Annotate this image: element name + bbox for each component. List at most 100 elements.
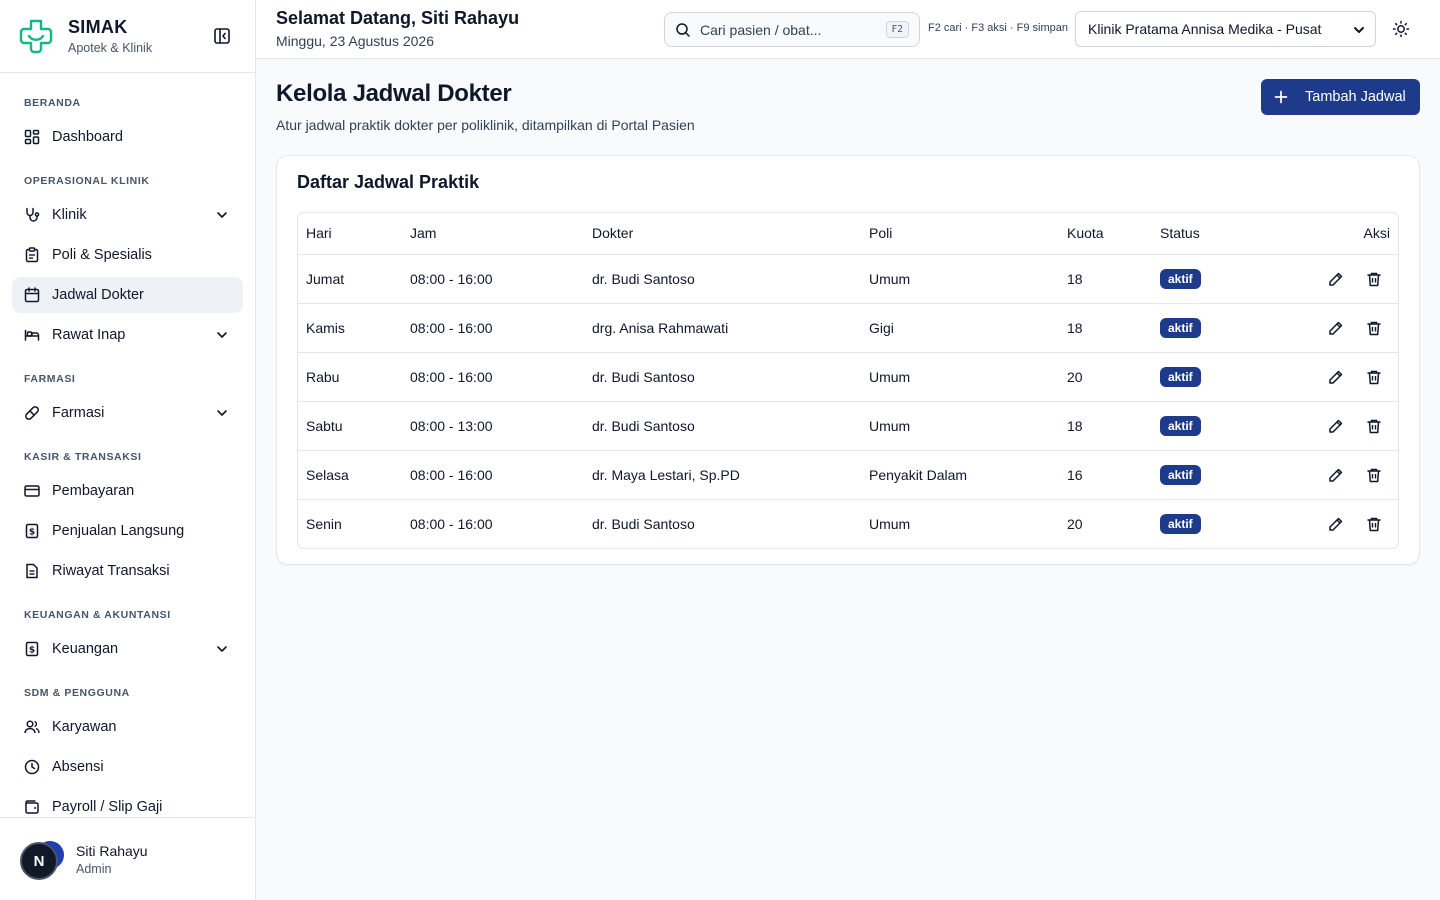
cell-day: Sabtu [306, 417, 343, 434]
page-title: Kelola Jadwal Dokter [276, 80, 512, 107]
status-badge: aktif [1160, 464, 1201, 485]
file-text-icon [26, 563, 38, 579]
cell-time: 08:00 - 16:00 [410, 368, 493, 385]
cell-doctor: dr. Budi Santoso [592, 270, 695, 287]
sidebar-item-label: Riwayat Transaksi [52, 563, 170, 579]
chevron-down-icon [217, 410, 227, 416]
cell-status: aktif [1152, 303, 1272, 352]
table-row: Selasa 08:00 - 16:00 dr. Maya Lestari, S… [298, 450, 1398, 499]
status-badge: aktif [1160, 366, 1201, 387]
logo-icon [19, 19, 53, 54]
schedule-table: Hari Jam Dokter Poli Kuota Status Aksi J… [297, 212, 1399, 549]
cell-day: Senin [306, 515, 342, 532]
users-icon [24, 720, 40, 734]
current-date: Minggu, 23 Agustus 2026 [276, 33, 435, 49]
chevron-down-icon [217, 646, 227, 652]
welcome-text: Selamat Datang, Siti Rahayu [276, 8, 520, 28]
table-header-row: Hari Jam Dokter Poli Kuota Status Aksi [298, 213, 1398, 255]
sidebar-item-label: Klinik [52, 207, 87, 223]
sidebar-collapse-icon[interactable] [213, 27, 231, 45]
nav-section-farmasi: FARMASI [24, 373, 76, 385]
cell-doctor: drg. Anisa Rahmawati [592, 319, 729, 336]
edit-icon[interactable] [1328, 320, 1344, 336]
cell-actions [1272, 352, 1398, 401]
clinic-select[interactable]: Klinik Pratama Annisa Medika - Pusat [1075, 11, 1376, 47]
sun-icon[interactable] [1392, 20, 1410, 38]
sidebar-item-label: Pembayaran [52, 483, 135, 499]
cell-actions [1272, 450, 1398, 499]
sidebar-item-absensi[interactable]: Absensi [12, 749, 243, 785]
column-header-jam: Jam [402, 213, 584, 255]
cell-status: aktif [1152, 352, 1272, 401]
sidebar-item-dashboard[interactable]: Dashboard [12, 119, 243, 155]
sidebar-item-klinik[interactable]: Klinik [12, 197, 243, 233]
sidebar-item-keuangan[interactable]: $ Keuangan [12, 631, 243, 667]
trash-icon[interactable] [1366, 418, 1382, 434]
user-profile[interactable]: N Siti Rahayu Admin [0, 817, 255, 900]
cell-actions [1272, 499, 1398, 548]
nav-section-operasional: OPERASIONAL KLINIK [24, 175, 150, 187]
cell-status: aktif [1152, 450, 1272, 499]
search-input[interactable]: Cari pasien / obat... F2 [664, 12, 920, 47]
edit-icon[interactable] [1328, 369, 1344, 385]
column-header-hari: Hari [298, 213, 402, 255]
sidebar-item-poli-spesialis[interactable]: Poli & Spesialis [12, 237, 243, 273]
column-header-dokter: Dokter [584, 213, 861, 255]
table-row: Jumat 08:00 - 16:00 dr. Budi Santoso Umu… [298, 254, 1398, 303]
sidebar-item-label: Payroll / Slip Gaji [52, 799, 163, 815]
sidebar-item-rawat-inap[interactable]: Rawat Inap [12, 317, 243, 353]
trash-icon[interactable] [1366, 516, 1382, 532]
clinic-select-value: Klinik Pratama Annisa Medika - Pusat [1088, 21, 1322, 37]
nav-section-sdm: SDM & PENGGUNA [24, 687, 130, 699]
trash-icon[interactable] [1366, 369, 1382, 385]
cell-actions [1272, 303, 1398, 352]
cell-time: 08:00 - 16:00 [410, 466, 493, 483]
cell-doctor: dr. Budi Santoso [592, 417, 695, 434]
sidebar-item-payroll[interactable]: Payroll / Slip Gaji [12, 789, 243, 817]
sidebar-item-jadwal-dokter[interactable]: Jadwal Dokter [12, 277, 243, 313]
add-schedule-button[interactable]: Tambah Jadwal [1261, 79, 1420, 115]
trash-icon[interactable] [1366, 320, 1382, 336]
sidebar-item-riwayat-transaksi[interactable]: Riwayat Transaksi [12, 553, 243, 589]
cell-quota: 18 [1067, 319, 1083, 336]
edit-icon[interactable] [1328, 516, 1344, 532]
column-header-kuota: Kuota [1059, 213, 1152, 255]
sidebar-item-penjualan-langsung[interactable]: $ Penjualan Langsung [12, 513, 243, 549]
edit-icon[interactable] [1328, 271, 1344, 287]
cell-quota: 18 [1067, 417, 1083, 434]
schedule-card: Daftar Jadwal Praktik Hari Jam Dokter Po… [276, 155, 1420, 565]
stethoscope-icon [26, 207, 40, 222]
cell-actions [1272, 254, 1398, 303]
cell-doctor: dr. Maya Lestari, Sp.PD [592, 466, 740, 483]
chevron-down-icon [217, 212, 227, 218]
nav-section-keuangan: KEUANGAN & AKUNTANSI [24, 609, 171, 621]
page-subtitle: Atur jadwal praktik dokter per poliklini… [276, 117, 695, 133]
sidebar-item-pembayaran[interactable]: Pembayaran [12, 473, 243, 509]
keyboard-shortcuts-hint: F2 cari · F3 aksi · F9 simpan [928, 22, 1068, 34]
cell-poli: Umum [869, 368, 911, 385]
cell-poli: Umum [869, 515, 911, 532]
sidebar-item-label: Karyawan [52, 719, 117, 735]
cell-day: Selasa [306, 466, 349, 483]
trash-icon[interactable] [1366, 271, 1382, 287]
table-row: Rabu 08:00 - 16:00 dr. Budi Santoso Umum… [298, 352, 1398, 401]
sidebar-item-label: Jadwal Dokter [52, 287, 144, 303]
trash-icon[interactable] [1366, 467, 1382, 483]
cell-poli: Gigi [869, 319, 894, 336]
cell-status: aktif [1152, 499, 1272, 548]
edit-icon[interactable] [1328, 467, 1344, 483]
sidebar-item-karyawan[interactable]: Karyawan [12, 709, 243, 745]
cell-time: 08:00 - 13:00 [410, 417, 493, 434]
cell-status: aktif [1152, 401, 1272, 450]
table-row: Senin 08:00 - 16:00 dr. Budi Santoso Umu… [298, 499, 1398, 548]
clipboard-icon [25, 247, 39, 263]
chevron-down-icon [1354, 27, 1364, 33]
sidebar-item-farmasi[interactable]: Farmasi [12, 395, 243, 431]
user-name: Siti Rahayu [76, 842, 148, 859]
edit-icon[interactable] [1328, 418, 1344, 434]
sidebar-nav: BERANDA Dashboard OPERASIONAL KLINIK Kli… [0, 73, 255, 817]
top-header: Selamat Datang, Siti Rahayu Minggu, 23 A… [256, 0, 1440, 59]
svg-text:$: $ [29, 646, 35, 656]
status-badge: aktif [1160, 415, 1201, 436]
user-role: Admin [76, 861, 112, 876]
